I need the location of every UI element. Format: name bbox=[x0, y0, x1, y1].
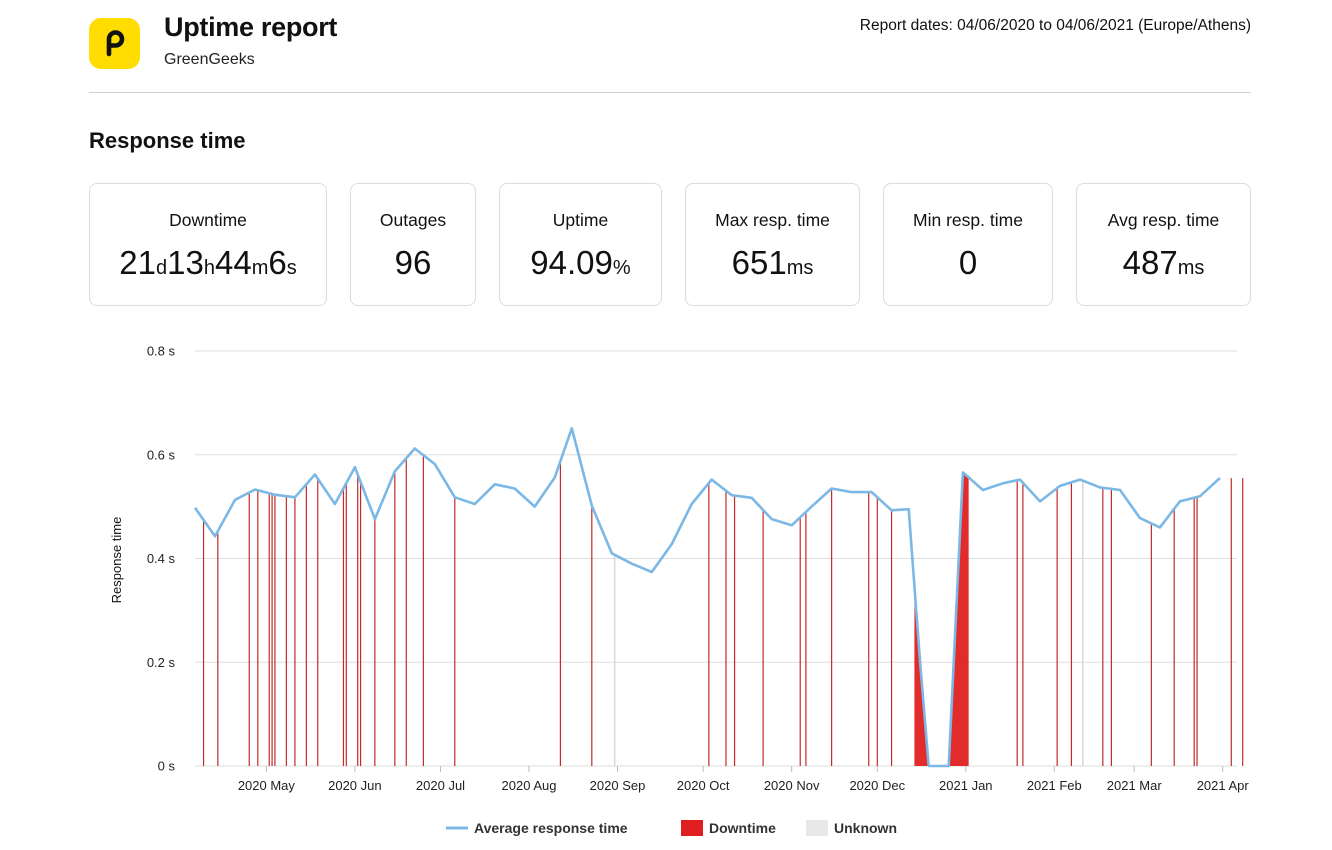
legend-unknown-label: Unknown bbox=[834, 820, 897, 836]
x-tick-label: 2020 Dec bbox=[849, 778, 905, 793]
x-tick-label: 2021 Mar bbox=[1107, 778, 1163, 793]
x-tick-label: 2020 Sep bbox=[590, 778, 646, 793]
y-tick-label: 0.8 s bbox=[147, 344, 176, 359]
stat-value: 487ms bbox=[1122, 244, 1205, 281]
stat-label: Uptime bbox=[552, 210, 609, 230]
p-logo-icon bbox=[106, 30, 125, 57]
response-time-chart: 2020 May 2020 Jun 2020 Jul 2020 Aug 2020 Sep… bbox=[109, 344, 1250, 836]
legend-unknown-swatch bbox=[806, 820, 828, 836]
x-tick-label: 2021 Jan bbox=[939, 778, 993, 793]
event-markers bbox=[202, 455, 1244, 766]
y-tick-label: 0.2 s bbox=[147, 655, 176, 670]
stat-value: 21d13h44m6s bbox=[119, 244, 297, 281]
stat-value: 0 bbox=[958, 244, 978, 281]
stat-card-max-resp: Max resp. time 651ms bbox=[685, 183, 860, 306]
stat-value: 651ms bbox=[731, 244, 814, 281]
grid bbox=[195, 350, 1237, 767]
app-logo bbox=[89, 18, 140, 69]
x-axis: 2020 May 2020 Jun 2020 Jul 2020 Aug 2020 Sep… bbox=[238, 766, 1250, 793]
page-title: Uptime report bbox=[164, 12, 338, 42]
stat-card-outages: Outages 96 bbox=[350, 183, 476, 306]
y-axis-label: Response time bbox=[109, 517, 124, 604]
x-tick-label: 2021 Apr bbox=[1197, 778, 1250, 793]
stat-label: Min resp. time bbox=[913, 210, 1023, 230]
stat-value: 96 bbox=[394, 244, 432, 281]
stat-card-downtime: Downtime 21d13h44m6s bbox=[89, 183, 327, 306]
x-tick-label: 2020 May bbox=[238, 778, 296, 793]
stat-label: Downtime bbox=[169, 210, 247, 230]
monitor-name: GreenGeeks bbox=[164, 51, 255, 68]
x-tick-label: 2020 Oct bbox=[677, 778, 730, 793]
stat-label: Outages bbox=[379, 210, 447, 230]
y-tick-label: 0.4 s bbox=[147, 551, 176, 566]
x-tick-label: 2020 Nov bbox=[764, 778, 820, 793]
legend-line-label: Average response time bbox=[474, 820, 628, 836]
legend-downtime-swatch bbox=[681, 820, 703, 836]
y-tick-label: 0 s bbox=[158, 759, 176, 774]
legend: Average response time Downtime Unknown bbox=[446, 820, 897, 836]
legend-downtime-label: Downtime bbox=[709, 820, 776, 836]
report-dates: Report dates: 04/06/2020 to 04/06/2021 (… bbox=[859, 17, 1251, 34]
stat-label: Max resp. time bbox=[715, 210, 830, 230]
line-series bbox=[193, 427, 1221, 768]
x-tick-label: 2020 Aug bbox=[502, 778, 557, 793]
report-header: Uptime report GreenGeeks Report dates: 0… bbox=[0, 0, 1332, 94]
y-tick-label: 0.6 s bbox=[147, 447, 176, 462]
x-tick-label: 2021 Feb bbox=[1027, 778, 1082, 793]
x-tick-label: 2020 Jun bbox=[328, 778, 382, 793]
header-divider bbox=[89, 92, 1251, 93]
x-tick-label: 2020 Jul bbox=[416, 778, 465, 793]
stat-card-avg-resp: Avg resp. time 487ms bbox=[1076, 183, 1251, 306]
avg-response-line bbox=[193, 427, 1221, 768]
section-title: Response time bbox=[89, 128, 246, 153]
stat-value: 94.09% bbox=[530, 244, 631, 281]
stat-label: Avg resp. time bbox=[1107, 210, 1220, 230]
stat-card-uptime: Uptime 94.09% bbox=[499, 183, 662, 306]
stat-card-min-resp: Min resp. time 0 bbox=[883, 183, 1053, 306]
y-axis: 0 s 0.2 s 0.4 s 0.6 s 0.8 s bbox=[147, 344, 176, 774]
